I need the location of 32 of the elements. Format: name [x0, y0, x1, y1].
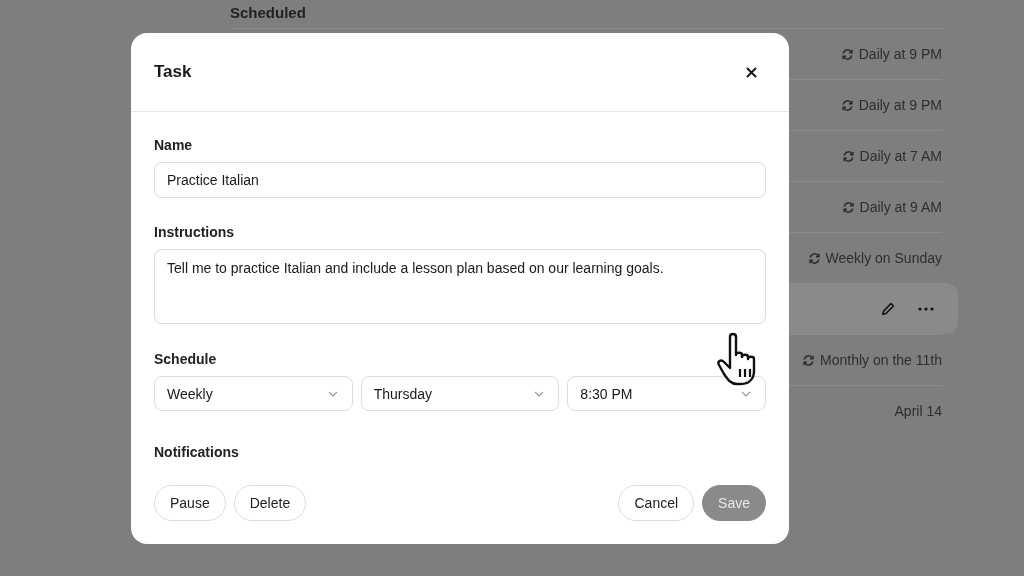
close-icon	[746, 66, 757, 78]
action-button[interactable]: Delete	[233, 485, 307, 521]
chevron-icon	[534, 390, 545, 397]
repeat-icon	[840, 47, 854, 61]
field-label: Schedule	[154, 351, 218, 367]
schedule-text: Weekly on Sunday	[825, 250, 942, 266]
field-label: Name	[154, 137, 194, 153]
field-label: Instructions	[154, 224, 236, 240]
repeat-icon	[841, 200, 855, 214]
section-label: Notifications	[154, 444, 240, 460]
name-field[interactable]: Practice Italian	[154, 162, 766, 198]
dropdown[interactable]: Thursday	[360, 376, 560, 411]
schedule-text: Daily at 9 PM	[858, 46, 942, 62]
more-icon[interactable]	[918, 307, 934, 311]
schedule-text: Monthly on the 11th	[820, 352, 942, 368]
schedule-text: April 14	[894, 403, 942, 419]
repeat-icon	[807, 251, 821, 265]
schedule-text: Daily at 9 PM	[858, 97, 942, 113]
cancel-button[interactable]: Cancel	[618, 485, 695, 521]
action-button[interactable]: Pause	[154, 485, 226, 521]
schedule-text: Daily at 7 AM	[859, 148, 942, 164]
pencil-icon[interactable]	[880, 301, 896, 317]
section-heading: Scheduled	[230, 3, 307, 23]
dropdown[interactable]: Weekly	[154, 376, 353, 411]
repeat-icon	[802, 353, 816, 367]
chevron-icon	[741, 390, 751, 397]
schedule-text: Daily at 9 AM	[859, 199, 942, 215]
repeat-icon	[841, 149, 855, 163]
instructions-field[interactable]: Tell me to practice Italian and include a lesson plan based on our learning goals.	[154, 249, 766, 324]
dialog-title: Task	[154, 62, 192, 82]
chevron-icon	[327, 390, 338, 397]
repeat-icon	[840, 98, 854, 112]
